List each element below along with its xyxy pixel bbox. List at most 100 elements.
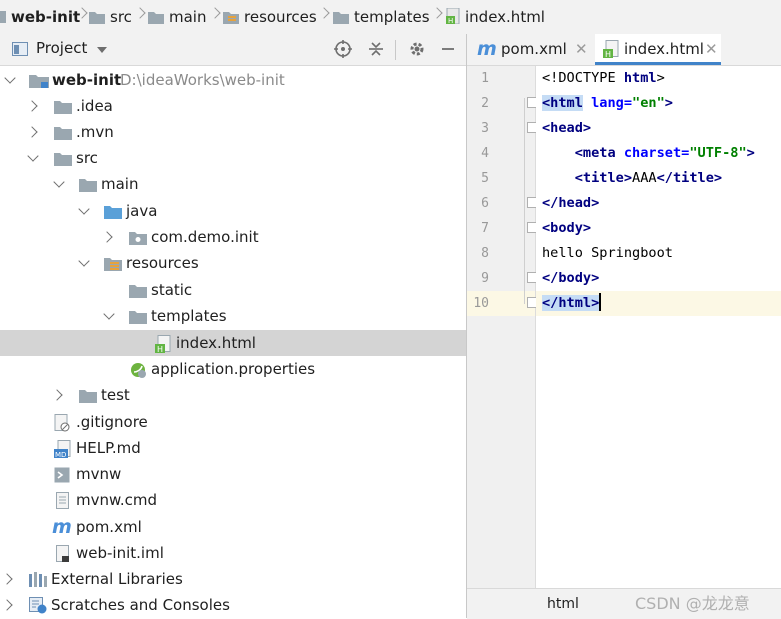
resources-folder-icon [223, 12, 239, 24]
tree-item-label: mvnw [76, 465, 122, 483]
project-tree: web-init D:\ideaWorks\web-init .idea .mv… [0, 66, 466, 618]
breadcrumb-item-web-init[interactable]: web-init [0, 8, 80, 26]
expand-arrow-icon[interactable] [51, 389, 63, 401]
code-line-1: <!DOCTYPE html> [542, 70, 665, 86]
folder-icon [54, 127, 72, 140]
folder-icon [129, 285, 147, 298]
tree-item-test[interactable]: test [0, 382, 466, 408]
tree-item-pom-xml[interactable]: m pom.xml [0, 514, 466, 540]
breadcrumb-item-src[interactable]: src [89, 8, 132, 26]
breadcrumb-item-resources[interactable]: resources [223, 8, 317, 26]
expand-arrow-icon[interactable] [78, 255, 90, 267]
tree-item-templates[interactable]: templates [0, 303, 466, 329]
tree-item-label: main [101, 175, 139, 193]
expand-arrow-icon[interactable] [26, 126, 38, 138]
tree-item-static[interactable]: static [0, 277, 466, 303]
tree-item-label: src [76, 149, 98, 167]
maven-file-icon: m [52, 516, 72, 538]
expand-arrow-icon[interactable] [4, 72, 16, 84]
tree-item-web-init-iml[interactable]: web-init.iml [0, 540, 466, 566]
tree-item-label: web-init.iml [76, 544, 164, 562]
svg-text:H: H [448, 17, 453, 24]
tree-item-idea[interactable]: .idea [0, 93, 466, 119]
project-view-title[interactable]: Project [36, 39, 87, 57]
editor-gutter: 1 2 3 4 5 6 7 8 9 10 [467, 66, 536, 588]
line-number: 2 [481, 96, 489, 111]
tree-item-mvnw-cmd[interactable]: mvnw.cmd [0, 487, 466, 513]
expand-arrow-icon[interactable] [1, 599, 13, 611]
svg-text:H: H [605, 50, 611, 58]
expand-arrow-icon[interactable] [101, 231, 113, 243]
tree-item-external-libraries[interactable]: External Libraries [0, 566, 466, 592]
tree-item-label: mvnw.cmd [76, 491, 158, 509]
html-file-icon: H [155, 335, 171, 353]
expand-arrow-icon[interactable] [1, 573, 13, 585]
tree-item-scratches-and-consoles[interactable]: Scratches and Consoles [0, 592, 466, 618]
collapse-icon[interactable] [367, 40, 385, 58]
tree-item-main[interactable]: main [0, 171, 466, 197]
gear-icon[interactable] [408, 40, 426, 58]
editor-context-label[interactable]: html [547, 589, 579, 619]
project-panel-header: Project [0, 34, 466, 66]
tree-item-label: web-init [52, 71, 122, 89]
iml-file-icon [56, 545, 69, 562]
tab-index-html[interactable]: H index.html ✕ [595, 34, 721, 65]
tree-item-java[interactable]: java [0, 198, 466, 224]
tree-item-application-properties[interactable]: application.properties [0, 356, 466, 382]
fold-guide [524, 98, 525, 304]
target-icon[interactable] [334, 40, 352, 58]
tree-item-resources[interactable]: resources [0, 250, 466, 276]
tree-item-label: Scratches and Consoles [51, 596, 230, 614]
spring-properties-icon [131, 363, 146, 378]
breadcrumb-item-index-html[interactable]: Hindex.html [446, 8, 545, 26]
chevron-down-icon[interactable] [97, 47, 108, 54]
editor-status-bar: html CSDN @龙龙意 [467, 588, 781, 619]
breadcrumb-item-main[interactable]: main [148, 8, 206, 26]
tree-item-label: .idea [76, 97, 113, 115]
code-line-3: <head> [542, 120, 592, 136]
editor-tabs: m pom.xml ✕ H index.html ✕ [467, 34, 781, 66]
folder-icon [129, 311, 147, 324]
breadcrumb-item-templates[interactable]: templates [333, 8, 430, 26]
html-file-icon: H [603, 40, 619, 58]
tree-item-label: HELP.md [76, 439, 141, 457]
line-number: 9 [481, 271, 489, 286]
expand-arrow-icon[interactable] [103, 308, 115, 320]
code-line-4: <meta charset="UTF-8"> [542, 145, 755, 161]
close-icon[interactable]: ✕ [705, 34, 718, 65]
close-icon[interactable]: ✕ [575, 34, 588, 65]
chevron-right-icon [209, 7, 221, 19]
line-number: 6 [481, 196, 489, 211]
minimize-icon[interactable] [439, 40, 457, 58]
tree-item-label: pom.xml [76, 518, 142, 536]
tree-item-mvn[interactable]: .mvn [0, 119, 466, 145]
expand-arrow-icon[interactable] [26, 100, 38, 112]
tree-item-label: test [101, 386, 130, 404]
tree-item-src[interactable]: src [0, 145, 466, 171]
expand-arrow-icon[interactable] [78, 203, 90, 215]
tab-label: pom.xml [501, 40, 567, 58]
module-folder-icon [29, 75, 49, 88]
tree-item-label: com.demo.init [151, 228, 259, 246]
folder-icon [333, 12, 349, 24]
tree-item-mvnw[interactable]: mvnw [0, 461, 466, 487]
tree-item-index-html[interactable]: H index.html [0, 330, 466, 356]
code-line-10: </html> [542, 293, 602, 311]
code-editor[interactable]: <!DOCTYPE html> <html lang="en"> <head> … [536, 66, 781, 588]
expand-arrow-icon[interactable] [27, 150, 39, 162]
line-number: 5 [481, 171, 489, 186]
expand-arrow-icon[interactable] [53, 176, 65, 188]
markdown-file-icon: MD [54, 440, 71, 458]
tree-item-label: .mvn [76, 123, 114, 141]
tree-item-com-demo-init[interactable]: com.demo.init [0, 224, 466, 250]
svg-text:H: H [157, 345, 163, 353]
tree-item-help-md[interactable]: MD HELP.md [0, 435, 466, 461]
tree-item-web-init[interactable]: web-init D:\ideaWorks\web-init [0, 67, 466, 93]
folder-icon [89, 12, 105, 24]
module-folder-icon [0, 11, 6, 23]
html-file-icon: H [446, 8, 460, 24]
line-number: 10 [473, 296, 489, 311]
tree-item-gitignore[interactable]: .gitignore [0, 409, 466, 435]
tab-pom-xml[interactable]: m pom.xml ✕ [475, 34, 595, 65]
folder-icon [54, 153, 72, 166]
